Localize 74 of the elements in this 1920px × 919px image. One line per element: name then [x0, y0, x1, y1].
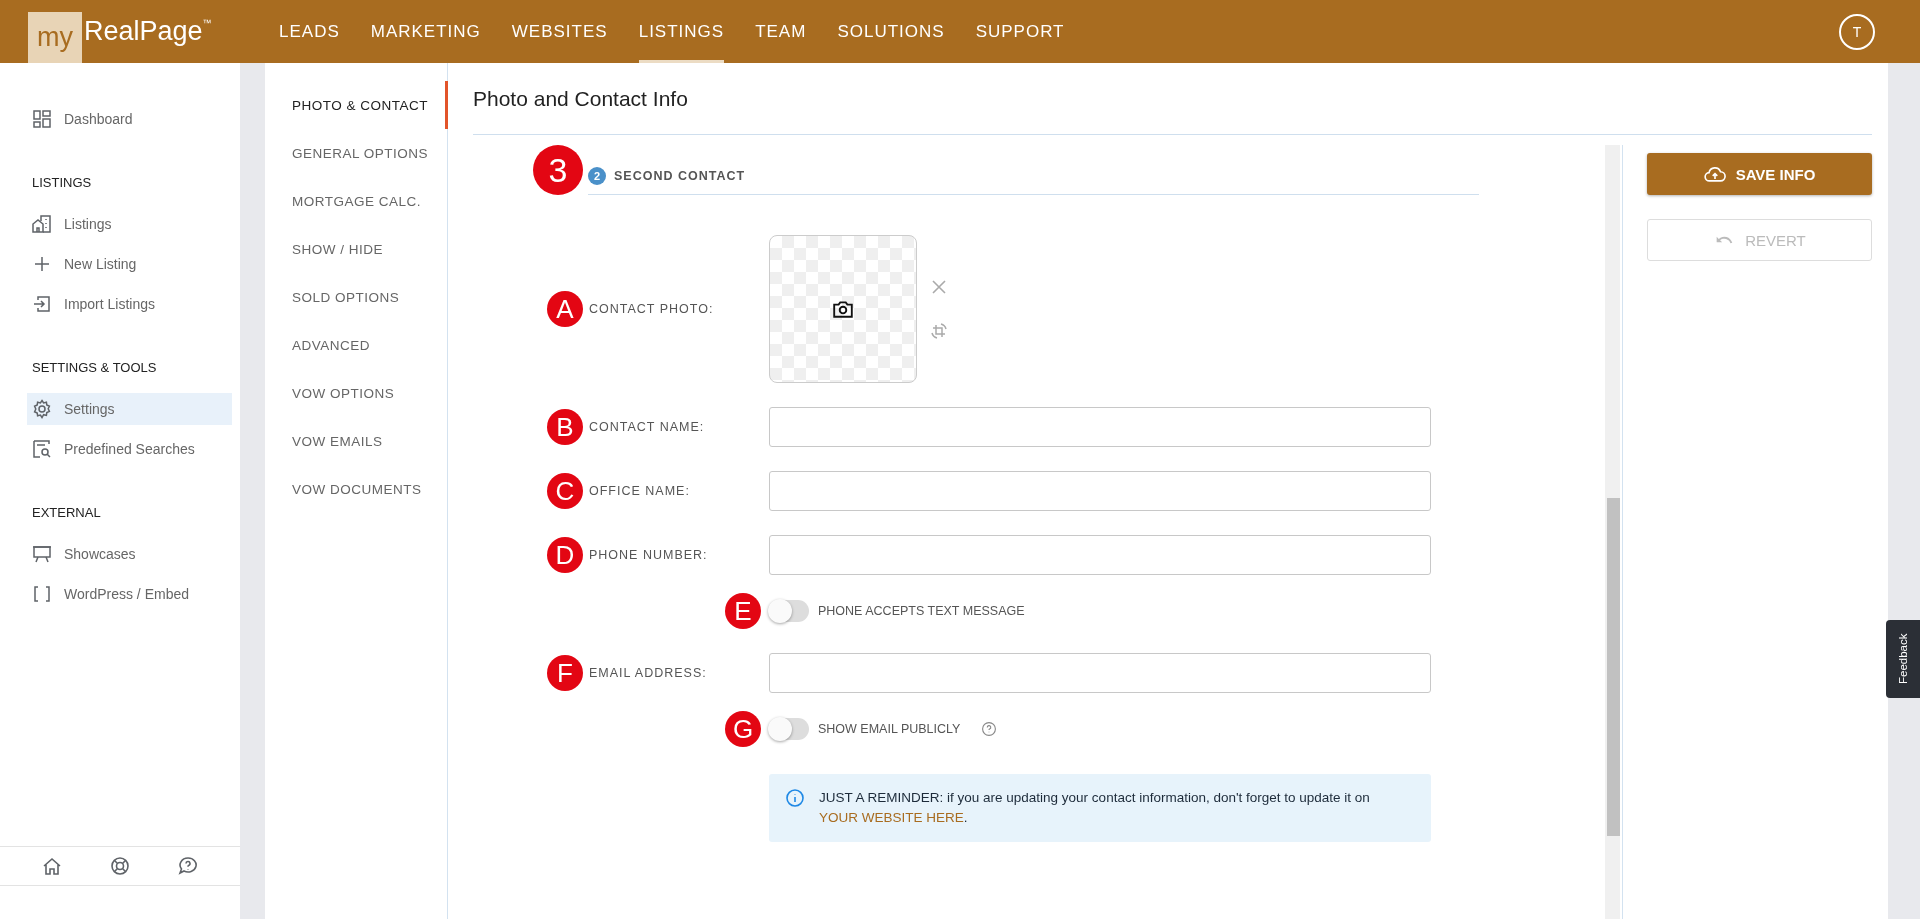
sidebar-heading: EXTERNAL [31, 504, 102, 522]
field-label: CONTACT NAME: [589, 420, 706, 434]
settings-tab[interactable]: VOW DOCUMENTS [265, 465, 448, 513]
annotation-marker: C [547, 473, 583, 509]
nav-tab[interactable]: TEAM [755, 0, 807, 63]
info-icon [785, 788, 805, 808]
camera-icon [832, 299, 854, 319]
plus-icon [32, 254, 52, 274]
field-label: CONTACT PHOTO: [589, 302, 715, 316]
sidebar-item[interactable]: Showcases [27, 538, 232, 570]
section-title: SECOND CONTACT [614, 168, 746, 183]
crop-rotate-icon[interactable] [929, 321, 949, 341]
annotation-marker: E [725, 593, 761, 629]
cloud-upload-icon [1703, 165, 1726, 183]
text-field[interactable] [769, 471, 1431, 511]
settings-tab[interactable]: MORTGAGE CALC. [265, 177, 448, 225]
settings-icon [32, 399, 52, 419]
annotation-marker: 3 [533, 145, 583, 195]
settings-tab[interactable]: SOLD OPTIONS [265, 273, 448, 321]
brackets-icon [32, 584, 52, 604]
import-icon [32, 294, 52, 314]
annotation-marker: G [725, 711, 761, 747]
annotation-marker: B [547, 409, 583, 445]
toggle-switch[interactable] [769, 718, 809, 740]
lifebuoy-icon[interactable] [110, 856, 130, 876]
toggle-label: PHONE ACCEPTS TEXT MESSAGE [818, 604, 1025, 618]
search-list-icon [32, 439, 52, 459]
annotation-marker: F [547, 655, 583, 691]
settings-tab[interactable]: VOW OPTIONS [265, 369, 448, 417]
nav-tab[interactable]: MARKETING [370, 0, 481, 63]
field-label: OFFICE NAME: [589, 484, 691, 498]
text-field[interactable] [769, 407, 1431, 447]
sidebar-item[interactable]: New Listing [27, 248, 232, 280]
sidebar-item[interactable]: Predefined Searches [27, 433, 232, 465]
nav-tab[interactable]: LEADS [279, 0, 340, 63]
field-label: PHONE NUMBER: [589, 548, 709, 562]
page-title: Photo and Contact Info [473, 63, 1872, 135]
sidebar-heading: LISTINGS [31, 174, 93, 192]
annotation-marker: D [547, 537, 583, 573]
easel-icon [32, 544, 52, 564]
sidebar-item[interactable]: WordPress / Embed [27, 578, 232, 610]
save-button[interactable]: SAVE INFO [1647, 153, 1872, 195]
field-label: EMAIL ADDRESS: [589, 666, 708, 680]
toggle-label: SHOW EMAIL PUBLICLY [818, 722, 961, 736]
text-field[interactable] [769, 653, 1431, 693]
scrollbar[interactable] [1605, 145, 1620, 919]
nav-tab[interactable]: SOLUTIONS [837, 0, 945, 63]
settings-tab[interactable]: PHOTO & CONTACT [265, 81, 448, 129]
annotation-marker: A [547, 291, 583, 327]
text-field[interactable] [769, 535, 1431, 575]
nav-tab[interactable]: SUPPORT [975, 0, 1065, 63]
help-chat-icon[interactable] [178, 856, 198, 876]
sidebar-item[interactable]: Dashboard [27, 103, 232, 135]
sidebar-heading: SETTINGS & TOOLS [31, 359, 158, 377]
sidebar-item[interactable]: Settings [27, 393, 232, 425]
settings-tab[interactable]: GENERAL OPTIONS [265, 129, 448, 177]
sidebar-item[interactable]: Import Listings [27, 288, 232, 320]
step-badge: 2 [588, 166, 606, 185]
settings-tab[interactable]: ADVANCED [265, 321, 448, 369]
help-icon[interactable] [981, 721, 998, 737]
nav-tab[interactable]: WEBSITES [511, 0, 608, 63]
settings-tab[interactable]: VOW EMAILS [265, 417, 448, 465]
website-link[interactable]: YOUR WEBSITE HERE [819, 810, 964, 825]
reminder-text: JUST A REMINDER: if you are updating your contact information, don't forget to update it on YOUR WEBSITE HERE. [819, 789, 1371, 827]
home-icon[interactable] [42, 856, 62, 876]
feedback-tab[interactable]: Feedback [1886, 620, 1920, 698]
photo-upload-area[interactable] [769, 235, 917, 383]
sidebar-item[interactable]: Listings [27, 208, 232, 240]
buildings-icon [32, 214, 52, 234]
toggle-switch[interactable] [769, 600, 809, 622]
settings-tab[interactable]: SHOW / HIDE [265, 225, 448, 273]
dashboard-icon [32, 109, 52, 129]
avatar[interactable]: T [1839, 13, 1875, 50]
logo-text: RealPage$^{™}$ [84, 16, 212, 47]
